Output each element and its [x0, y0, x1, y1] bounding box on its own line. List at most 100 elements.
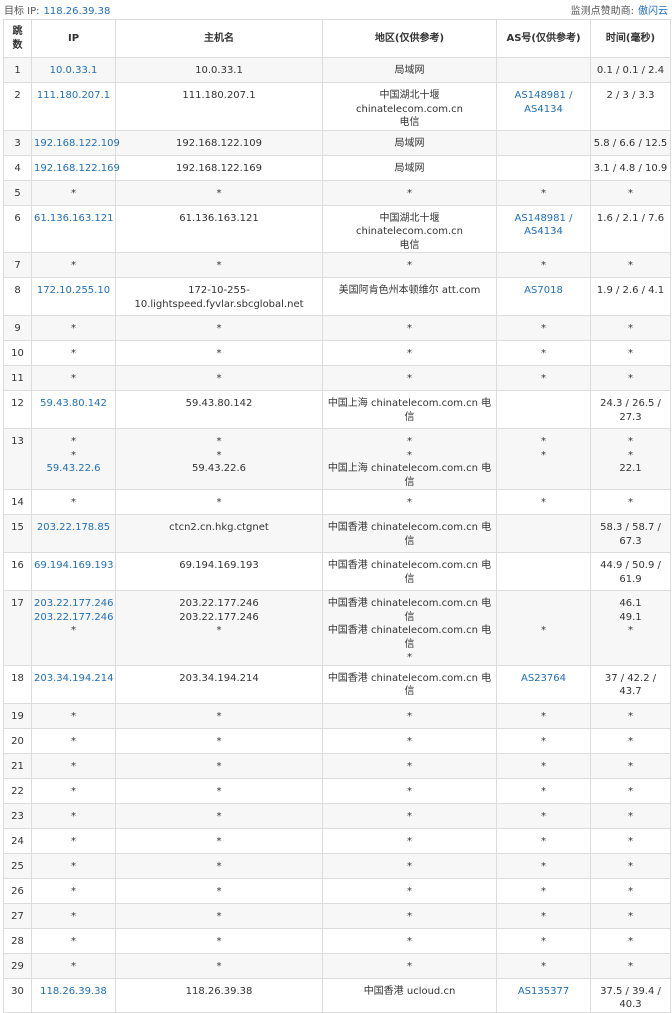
cell-hostname: 111.180.207.1: [115, 82, 323, 131]
cell-ip-value[interactable]: 111.180.207.1: [34, 89, 113, 103]
cell-time-value: 37.5 / 39.4 /: [600, 985, 661, 997]
cell-hostname: *: [115, 952, 323, 979]
table-row: 24 * * * * *: [3, 827, 671, 854]
cell-asn-value[interactable]: AS148981 /: [499, 212, 588, 226]
cell-asn-value: *: [541, 735, 546, 747]
col-header-ip: IP: [31, 19, 116, 58]
cell-ip-value: *: [71, 260, 76, 271]
cell-hostname: *: [115, 727, 323, 754]
cell-region-value: *: [407, 260, 412, 271]
hop-number: 30: [11, 985, 24, 997]
cell-ip-value: *: [71, 735, 76, 747]
cell-time-value: 3.1 / 4.8 / 10.9: [593, 162, 668, 174]
cell-ip: 203.34.194.214: [31, 664, 116, 704]
cell-hostname-value: *: [216, 910, 222, 922]
cell-hop: 3: [3, 129, 32, 156]
table-row: 12 59.43.80.142 59.43.80.142 中国上海 chinatele…: [3, 390, 671, 429]
cell-hostname-value: 10.lightspeed.fyvlar.sbcglobal.net: [134, 298, 304, 310]
cell-hostname-value: *: [216, 497, 222, 508]
cell-region-value: *: [407, 760, 412, 772]
cell-region: *: [322, 802, 497, 829]
col-header-asn: AS号(仅供参考): [496, 19, 591, 58]
cell-region-value: 中国香港 chinatelecom.com.cn 电信: [327, 560, 492, 585]
cell-hostname: 59.43.80.142: [115, 390, 323, 429]
cell-time-value: 37 / 42.2 /: [604, 672, 657, 684]
cell-ip-value[interactable]: 192.168.122.109: [34, 137, 120, 151]
cell-region-value: *: [407, 187, 412, 199]
cell-region: *: [322, 852, 497, 879]
cell-region: 中国香港 chinatelecom.com.cn 电信: [322, 552, 497, 591]
cell-region: * * 中国上海 chinatelecom.com.cn 电信: [322, 428, 497, 490]
hop-number: 11: [11, 373, 24, 384]
cell-region-value: *: [407, 449, 412, 461]
cell-asn-value: *: [541, 935, 546, 947]
cell-time: 0.1 / 0.1 / 2.4: [590, 57, 671, 83]
table-row: 7 * * * * *: [3, 252, 671, 278]
col-header-hostname: 主机名: [115, 19, 323, 58]
hop-number: 22: [11, 785, 24, 797]
cell-hostname: *: [115, 827, 323, 854]
cell-asn: *: [496, 877, 591, 904]
cell-asn-value: *: [541, 260, 546, 271]
cell-asn: AS7018: [496, 277, 591, 316]
cell-hostname: *: [115, 702, 323, 729]
cell-asn-value: *: [541, 760, 546, 772]
table-row: 13 * * 59.43.22.6 * * 59.43.22.6 * * 中国上海 chinate…: [3, 428, 671, 490]
cell-hop: 6: [3, 204, 32, 253]
cell-region: 局域网: [322, 57, 497, 83]
cell-hostname: 69.194.169.193: [115, 552, 323, 591]
table-row: 17 203.22.177.246 203.22.177.246 * 203.22.17…: [3, 590, 671, 666]
cell-ip-value: *: [71, 449, 76, 461]
cell-time-value: 61.9: [619, 573, 642, 585]
cell-ip-value: *: [71, 910, 76, 922]
cell-ip-value[interactable]: 61.136.163.121: [34, 212, 114, 226]
cell-ip-value[interactable]: 59.43.80.142: [34, 397, 113, 411]
cell-ip-value[interactable]: 203.22.178.85: [34, 521, 113, 535]
cell-region-value: *: [407, 735, 412, 747]
cell-hostname-value: *: [216, 885, 222, 897]
cell-asn-value[interactable]: AS23764: [499, 672, 588, 686]
cell-asn: *: [496, 315, 591, 341]
sponsor-link[interactable]: 傲闪云: [638, 6, 668, 17]
cell-ip-value[interactable]: 172.10.255.10: [34, 284, 113, 298]
cell-ip-value[interactable]: 203.34.194.214: [34, 672, 114, 686]
cell-time: 5.8 / 6.6 / 12.5: [590, 129, 671, 156]
cell-hostname-value: 10.0.33.1: [195, 65, 243, 76]
cell-region-value: 中国香港 chinatelecom.com.cn 电信: [327, 625, 492, 650]
cell-hostname-value: *: [216, 785, 222, 797]
cell-time-value: 24.3 / 26.5 /: [600, 398, 661, 409]
cell-ip-value[interactable]: 59.43.22.6: [34, 462, 113, 476]
cell-ip-value[interactable]: 203.22.177.246: [34, 611, 114, 625]
cell-hop: 7: [3, 252, 32, 278]
hop-number: 18: [11, 672, 24, 684]
cell-ip-value[interactable]: 203.22.177.246: [34, 597, 114, 611]
cell-region-value: *: [407, 497, 412, 508]
cell-hostname-value: *: [216, 323, 222, 334]
cell-time-value: *: [628, 735, 633, 747]
cell-hostname: *: [115, 902, 323, 929]
cell-ip-value[interactable]: 118.26.39.38: [34, 985, 113, 999]
cell-hop: 16: [3, 552, 32, 591]
cell-hop: 29: [3, 952, 32, 979]
cell-asn-value[interactable]: AS4134: [499, 225, 588, 239]
cell-ip-value[interactable]: 192.168.122.169: [34, 162, 120, 176]
cell-region-value: 中国湖北十堰 chinatelecom.com.cn: [356, 212, 463, 238]
cell-asn-value[interactable]: AS7018: [499, 284, 588, 298]
cell-time: *: [590, 252, 671, 278]
hop-number: 25: [11, 860, 24, 872]
cell-ip-value[interactable]: 69.194.169.193: [34, 559, 114, 573]
table-row: 5 * * * * *: [3, 179, 671, 206]
cell-ip: *: [31, 489, 116, 515]
cell-hostname-value: *: [216, 625, 222, 636]
cell-asn-value[interactable]: AS135377: [499, 985, 588, 999]
cell-ip: * * 59.43.22.6: [31, 428, 116, 490]
cell-asn-value[interactable]: AS148981 /: [499, 89, 588, 103]
cell-asn-value[interactable]: AS4134: [499, 103, 588, 117]
cell-ip: 118.26.39.38: [31, 977, 116, 1013]
cell-ip-value[interactable]: 10.0.33.1: [34, 64, 113, 78]
cell-hostname-value: 111.180.207.1: [182, 90, 256, 101]
cell-hop: 10: [3, 340, 32, 366]
cell-time: 58.3 / 58.7 / 67.3: [590, 514, 671, 553]
cell-time-value: 27.3: [619, 411, 642, 423]
cell-hostname-value: ctcn2.cn.hkg.ctgnet: [169, 522, 269, 533]
